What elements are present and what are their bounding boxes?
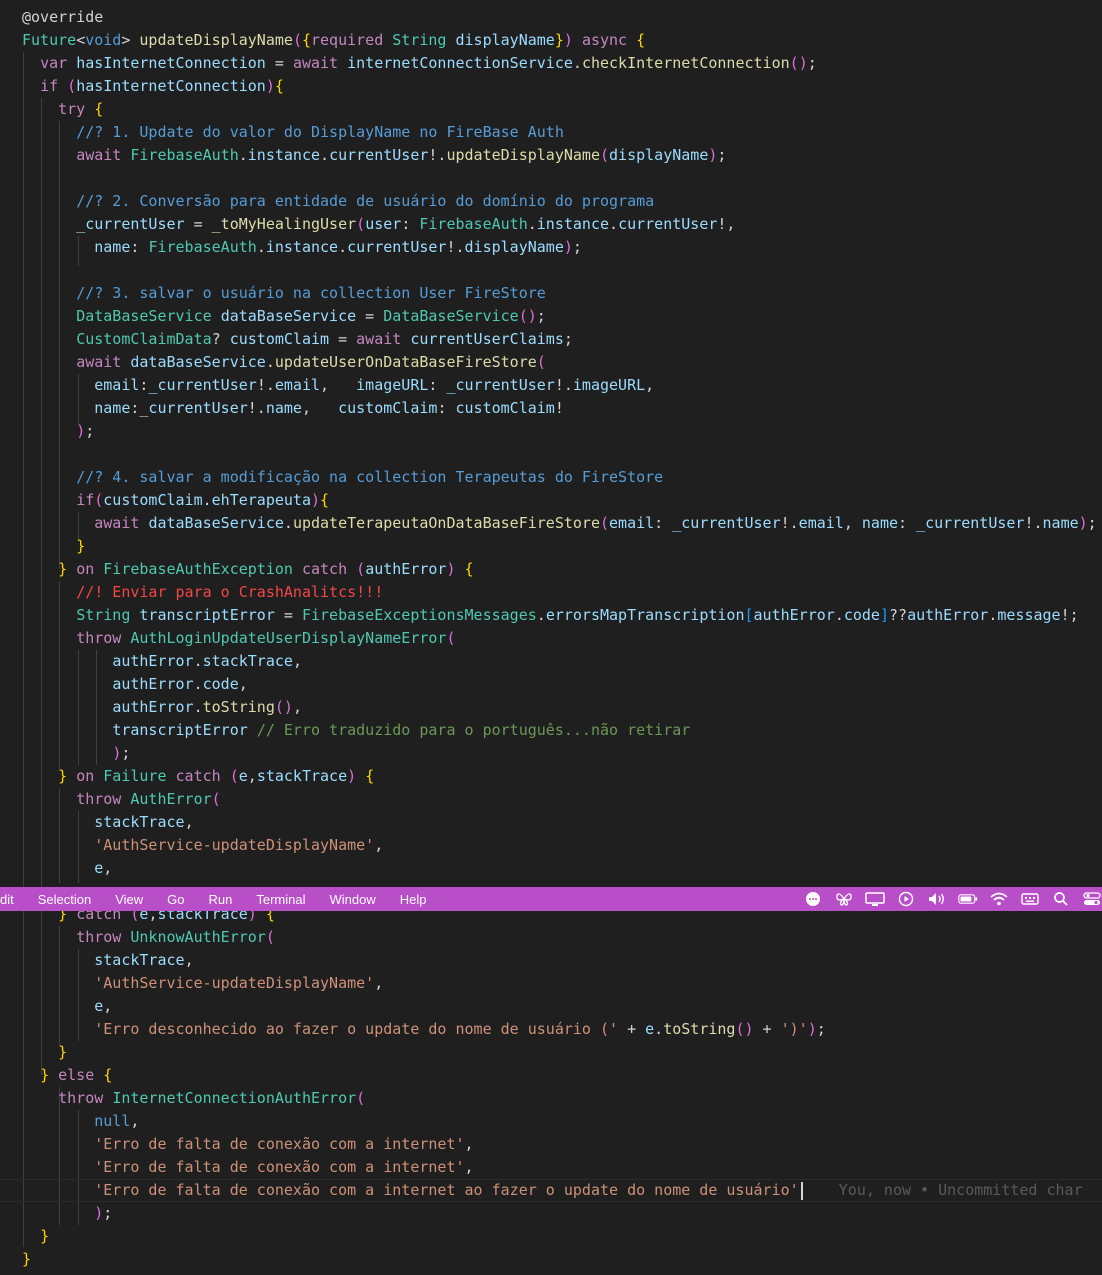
code-line[interactable]: CustomClaimData? customClaim = await cur… [22, 328, 1102, 351]
display-icon[interactable] [865, 891, 885, 907]
code-line[interactable]: throw AuthLoginUpdateUserDisplayNameErro… [22, 627, 1102, 650]
code-line[interactable]: //? 2. Conversão para entidade de usuári… [22, 190, 1102, 213]
code-line[interactable]: } [22, 535, 1102, 558]
menu-item-view[interactable]: View [115, 892, 153, 907]
menu-item-go[interactable]: Go [167, 892, 194, 907]
code-line[interactable]: //? 3. salvar o usuário na collection Us… [22, 282, 1102, 305]
code-line[interactable]: @override [22, 6, 1102, 29]
code-line[interactable]: } [22, 1248, 1102, 1271]
code-line[interactable]: //? 1. Update do valor do DisplayName no… [22, 121, 1102, 144]
code-line[interactable]: e, [22, 857, 1102, 880]
menu-item-run[interactable]: Run [209, 892, 243, 907]
code-line[interactable]: //! Enviar para o CrashAnalitcs!!! [22, 581, 1102, 604]
code-line[interactable]: var hasInternetConnection = await intern… [22, 52, 1102, 75]
code-line[interactable]: throw AuthError( [22, 788, 1102, 811]
code-line[interactable]: String transcriptError = FirebaseExcepti… [22, 604, 1102, 627]
code-line[interactable]: if(customClaim.ehTerapeuta){ [22, 489, 1102, 512]
code-line[interactable]: throw InternetConnectionAuthError( [22, 1087, 1102, 1110]
code-line[interactable]: } [22, 1041, 1102, 1064]
code-line[interactable]: 'AuthService-updateDisplayName', [22, 972, 1102, 995]
code-line[interactable]: stackTrace, [22, 949, 1102, 972]
code-line[interactable]: await dataBaseService.updateUserOnDataBa… [22, 351, 1102, 374]
messenger-icon[interactable] [803, 891, 823, 907]
search-icon[interactable] [1051, 891, 1071, 907]
battery-icon[interactable] [958, 891, 978, 907]
menu-item-selection[interactable]: Selection [38, 892, 101, 907]
butterfly-icon[interactable] [834, 891, 854, 907]
menu-item-edit[interactable]: dit [0, 892, 24, 907]
code-line[interactable]: ); [22, 420, 1102, 443]
code-line[interactable]: 'Erro desconhecido ao fazer o update do … [22, 1018, 1102, 1041]
wifi-icon[interactable] [989, 891, 1009, 907]
status-tray [792, 887, 1102, 911]
code-line[interactable]: transcriptError // Erro traduzido para o… [22, 719, 1102, 742]
macos-menu-bar: dit Selection View Go Run Terminal Windo… [0, 887, 1102, 911]
code-line[interactable]: authError.code, [22, 673, 1102, 696]
menu-item-help[interactable]: Help [400, 892, 437, 907]
code-line[interactable]: DataBaseService dataBaseService = DataBa… [22, 305, 1102, 328]
code-line[interactable]: e, [22, 995, 1102, 1018]
code-line[interactable]: email:_currentUser!.email, imageURL: _cu… [22, 374, 1102, 397]
code-line[interactable]: 'Erro de falta de conexão com a internet… [22, 1133, 1102, 1156]
code-line[interactable]: 'Erro de falta de conexão com a internet… [22, 1156, 1102, 1179]
code-line[interactable]: authError.toString(), [22, 696, 1102, 719]
play-icon[interactable] [896, 891, 916, 907]
code-line[interactable]: await FirebaseAuth.instance.currentUser!… [22, 144, 1102, 167]
control-center-icon[interactable] [1082, 891, 1102, 907]
code-line[interactable]: if (hasInternetConnection){ [22, 75, 1102, 98]
code-line[interactable]: } on FirebaseAuthException catch (authEr… [22, 558, 1102, 581]
keyboard-icon[interactable] [1020, 891, 1040, 907]
code-line[interactable]: _currentUser = _toMyHealingUser(user: Fi… [22, 213, 1102, 236]
code-line[interactable]: } on Failure catch (e,stackTrace) { [22, 765, 1102, 788]
code-line[interactable]: } else { [22, 1064, 1102, 1087]
code-line[interactable] [22, 443, 1102, 466]
volume-icon[interactable] [927, 891, 947, 907]
code-line[interactable]: name:_currentUser!.name, customClaim: cu… [22, 397, 1102, 420]
code-line[interactable]: authError.stackTrace, [22, 650, 1102, 673]
code-line[interactable]: name: FirebaseAuth.instance.currentUser!… [22, 236, 1102, 259]
code-line[interactable]: Future<void> updateDisplayName({required… [22, 29, 1102, 52]
menu-item-terminal[interactable]: Terminal [256, 892, 315, 907]
code-line[interactable]: throw UnknowAuthError( [22, 926, 1102, 949]
code-line[interactable]: 'Erro de falta de conexão com a internet… [22, 1179, 1102, 1202]
code-line[interactable] [22, 167, 1102, 190]
menu-items: dit Selection View Go Run Terminal Windo… [0, 892, 451, 907]
code-line[interactable]: ); [22, 1202, 1102, 1225]
code-editor[interactable]: @override Future<void> updateDisplayName(… [0, 0, 1102, 1275]
code-line[interactable]: //? 4. salvar a modificação na collectio… [22, 466, 1102, 489]
code-line[interactable]: await dataBaseService.updateTerapeutaOnD… [22, 512, 1102, 535]
menu-item-window[interactable]: Window [330, 892, 386, 907]
code-line[interactable]: stackTrace, [22, 811, 1102, 834]
code-line[interactable]: ); [22, 742, 1102, 765]
git-blame-hint: You, now • Uncommitted char [802, 1181, 1083, 1199]
code-line[interactable]: try { [22, 98, 1102, 121]
code-line[interactable]: 'AuthService-updateDisplayName', [22, 834, 1102, 857]
code-line[interactable] [22, 259, 1102, 282]
code-line[interactable]: null, [22, 1110, 1102, 1133]
code-line[interactable]: } [22, 1225, 1102, 1248]
